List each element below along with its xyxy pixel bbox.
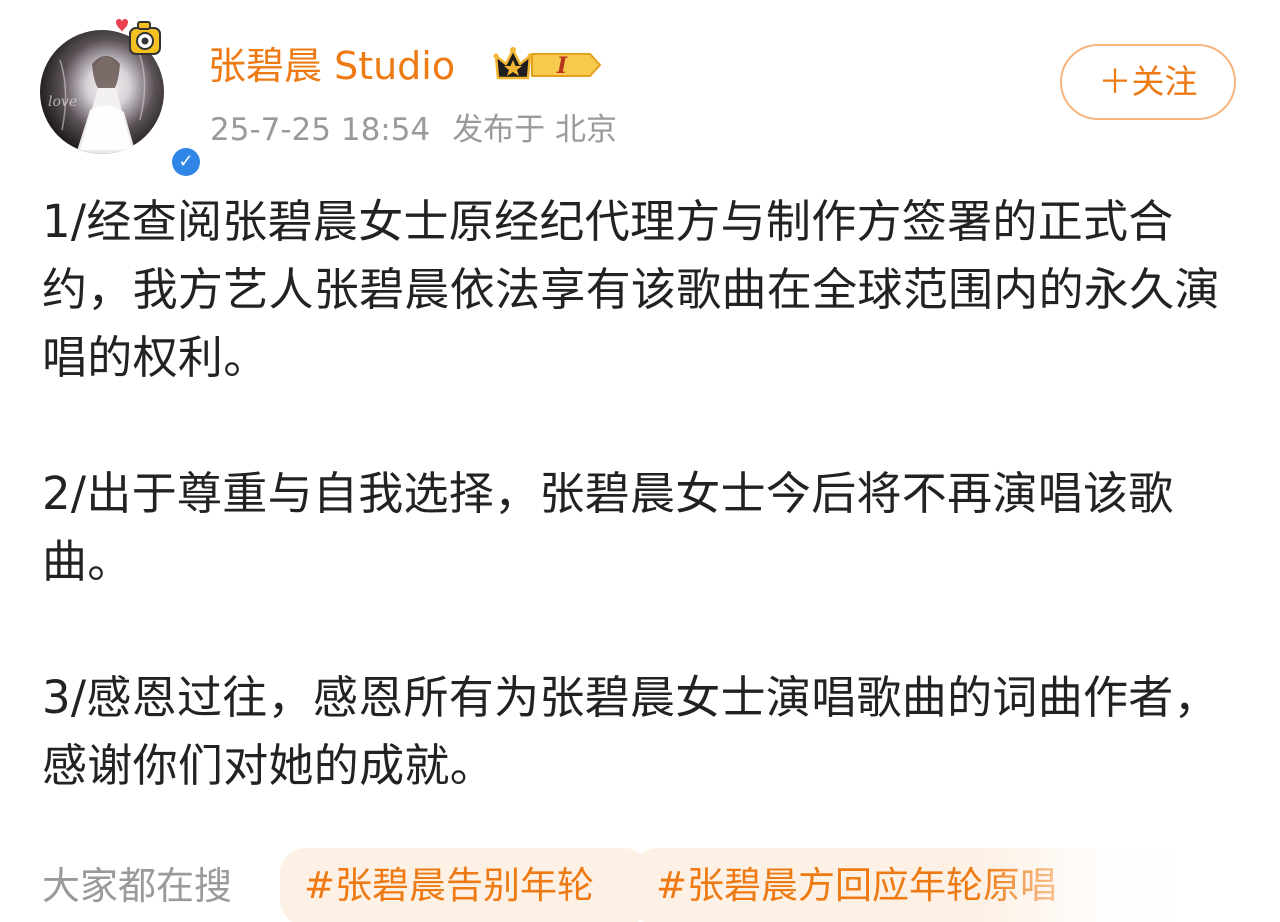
author-name[interactable]: 张碧晨 Studio [208, 40, 455, 92]
post-paragraph-2: 2/出于尊重与自我选择，张碧晨女士今后将不再演唱该歌曲。 [42, 467, 1174, 588]
trending-topic-chip[interactable]: #张碧晨告别年轮 [280, 848, 650, 922]
post-location: 发布于 北京 [452, 112, 618, 148]
trending-searches: 大家都在搜 #张碧晨告别年轮 #张碧晨方回应年轮原唱 [42, 848, 1280, 922]
post-paragraph-1: 1/经查阅张碧晨女士原经纪代理方与制作方签署的正式合约，我方艺人张碧晨依法享有该… [42, 195, 1220, 384]
avatar-container[interactable]: love ✓ [40, 19, 204, 180]
trending-label: 大家都在搜 [42, 864, 233, 908]
follow-button[interactable]: ＋关注 [1060, 44, 1236, 120]
post-paragraph-3: 3/感恩过往，感恩所有为张碧晨女士演唱歌曲的词曲作者，感谢你们对她的成就。 [42, 671, 1219, 792]
member-level-badge-icon[interactable]: I [492, 44, 604, 86]
post-time: 25-7-25 18:54 [210, 112, 431, 148]
scroll-fade-overlay [980, 848, 1280, 922]
camera-sticker-icon [116, 19, 161, 55]
verified-badge-icon: ✓ [168, 144, 204, 180]
post-meta: 25-7-25 18:54 发布于 北京 [210, 106, 617, 154]
post-body: 1/经查阅张碧晨女士原经纪代理方与制作方签署的正式合约，我方艺人张碧晨依法享有该… [42, 188, 1222, 868]
svg-text:love: love [48, 94, 77, 110]
level-badge-text: I [556, 53, 568, 79]
